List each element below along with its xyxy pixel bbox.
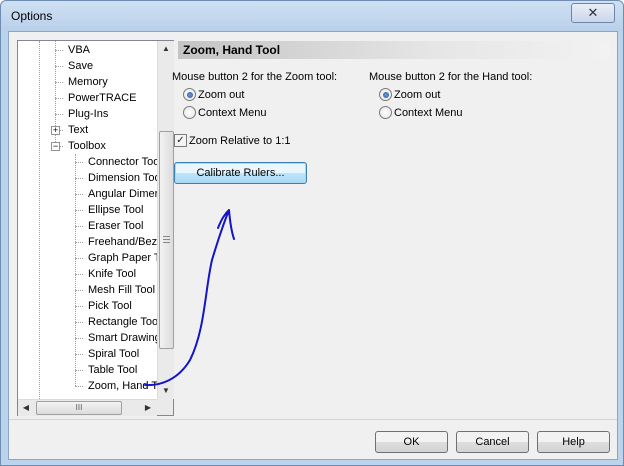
tree-item[interactable]: Eraser Tool [88, 218, 143, 234]
title-bar[interactable]: Options ✕ [1, 1, 623, 31]
calibrate-rulers-button[interactable]: Calibrate Rulers... [174, 162, 307, 184]
scroll-down-arrow-icon[interactable]: ▼ [160, 384, 172, 398]
tree-item[interactable]: Angular Dimer [88, 186, 157, 202]
tree-item[interactable]: Freehand/Bez [88, 234, 157, 250]
window-title: Options [11, 9, 53, 23]
tree-connector [75, 370, 83, 371]
zoom-relative-label[interactable]: Zoom Relative to 1:1 [189, 135, 291, 147]
tree-item[interactable]: Connector Too [88, 154, 157, 170]
tree-connector [55, 114, 63, 115]
tree-item[interactable]: Zoom, Hand T [88, 378, 157, 394]
tree-item[interactable]: Spiral Tool [88, 346, 139, 362]
tree-connector [75, 242, 83, 243]
tree-item[interactable]: Plug-Ins [68, 106, 108, 122]
tree-item[interactable]: Knife Tool [88, 266, 136, 282]
tree-item[interactable]: Smart Drawing [88, 330, 157, 346]
hand-tool-zoom-out-radio[interactable] [379, 88, 392, 101]
expand-plus-icon[interactable]: + [51, 126, 60, 135]
dialog-client-area: VBA Save Memory PowerTRACE Plug-Ins + Text − Too… [8, 31, 618, 460]
thumb-grip-line [163, 242, 170, 243]
tree-connector [55, 98, 63, 99]
tree-vertical-scroll-thumb[interactable] [159, 131, 174, 349]
tree-guide-line [75, 154, 76, 386]
tree-horizontal-scrollbar[interactable]: ◀ III ▶ [18, 399, 157, 416]
tree-item[interactable]: Mesh Fill Tool [88, 282, 155, 298]
zoom-tool-zoom-out-label[interactable]: Zoom out [198, 89, 244, 101]
options-dialog: Options ✕ VBA Save Memory PowerTRACE Plug-In… [0, 0, 624, 466]
tree-connector [75, 338, 83, 339]
tree-item[interactable]: Graph Paper T [88, 250, 157, 266]
zoom-tool-zoom-out-radio[interactable] [183, 88, 196, 101]
tree-item[interactable]: Text [68, 122, 88, 138]
tree-connector [75, 306, 83, 307]
hand-tool-context-menu-label[interactable]: Context Menu [394, 107, 462, 119]
tree-item[interactable]: VBA [68, 42, 90, 58]
tree-item[interactable]: Ellipse Tool [88, 202, 143, 218]
tree-connector [75, 290, 83, 291]
zoom-tool-context-menu-label[interactable]: Context Menu [198, 107, 266, 119]
scroll-left-arrow-icon[interactable]: ◀ [19, 401, 33, 415]
scrollbar-corner [157, 399, 173, 415]
scroll-up-arrow-icon[interactable]: ▲ [160, 42, 172, 56]
thumb-grip-line [163, 236, 170, 237]
zoom-tool-context-menu-radio[interactable] [183, 106, 196, 119]
tree-connector [55, 66, 63, 67]
tree-connector [75, 386, 83, 387]
hand-tool-zoom-out-label[interactable]: Zoom out [394, 89, 440, 101]
tree-connector [75, 354, 83, 355]
tree-connector [75, 226, 83, 227]
scroll-right-arrow-icon[interactable]: ▶ [141, 401, 155, 415]
tree-connector [75, 274, 83, 275]
category-tree[interactable]: VBA Save Memory PowerTRACE Plug-Ins + Text − Too… [17, 40, 174, 416]
close-button[interactable]: ✕ [571, 3, 615, 23]
tree-connector [75, 194, 83, 195]
ok-button[interactable]: OK [375, 431, 448, 453]
help-button[interactable]: Help [537, 431, 610, 453]
tree-item[interactable]: Dimension Too [88, 170, 157, 186]
zoom-relative-checkbox[interactable]: ✓ [174, 134, 187, 147]
tree-connector [75, 322, 83, 323]
tree-item[interactable]: Save [68, 58, 93, 74]
tree-item[interactable]: Memory [68, 74, 108, 90]
thumb-grip-line [163, 239, 170, 240]
tree-connector [55, 82, 63, 83]
footer-separator [9, 419, 617, 420]
zoom-tool-group-label: Mouse button 2 for the Zoom tool: [172, 71, 338, 83]
collapse-minus-icon[interactable]: − [51, 142, 60, 151]
tree-connector [75, 210, 83, 211]
cancel-button[interactable]: Cancel [456, 431, 529, 453]
hand-tool-group-label: Mouse button 2 for the Hand tool: [369, 71, 533, 83]
tree-connector [75, 162, 83, 163]
tree-vertical-scrollbar[interactable]: ▲ ▼ [157, 41, 174, 399]
panel-header: Zoom, Hand Tool [178, 41, 610, 59]
tree-item[interactable]: Rectangle Too [88, 314, 157, 330]
hand-tool-context-menu-radio[interactable] [379, 106, 392, 119]
tree-viewport: VBA Save Memory PowerTRACE Plug-Ins + Text − Too… [18, 41, 157, 399]
tree-connector [75, 258, 83, 259]
panel-title: Zoom, Hand Tool [183, 43, 281, 57]
tree-connector [55, 50, 63, 51]
tree-item[interactable]: PowerTRACE [68, 90, 136, 106]
tree-item[interactable]: Toolbox [68, 138, 106, 154]
tree-item[interactable]: Pick Tool [88, 298, 132, 314]
tree-connector [75, 178, 83, 179]
tree-item[interactable]: Table Tool [88, 362, 137, 378]
tree-guide-line [39, 41, 40, 399]
tree-horizontal-scroll-thumb[interactable]: III [36, 401, 122, 415]
